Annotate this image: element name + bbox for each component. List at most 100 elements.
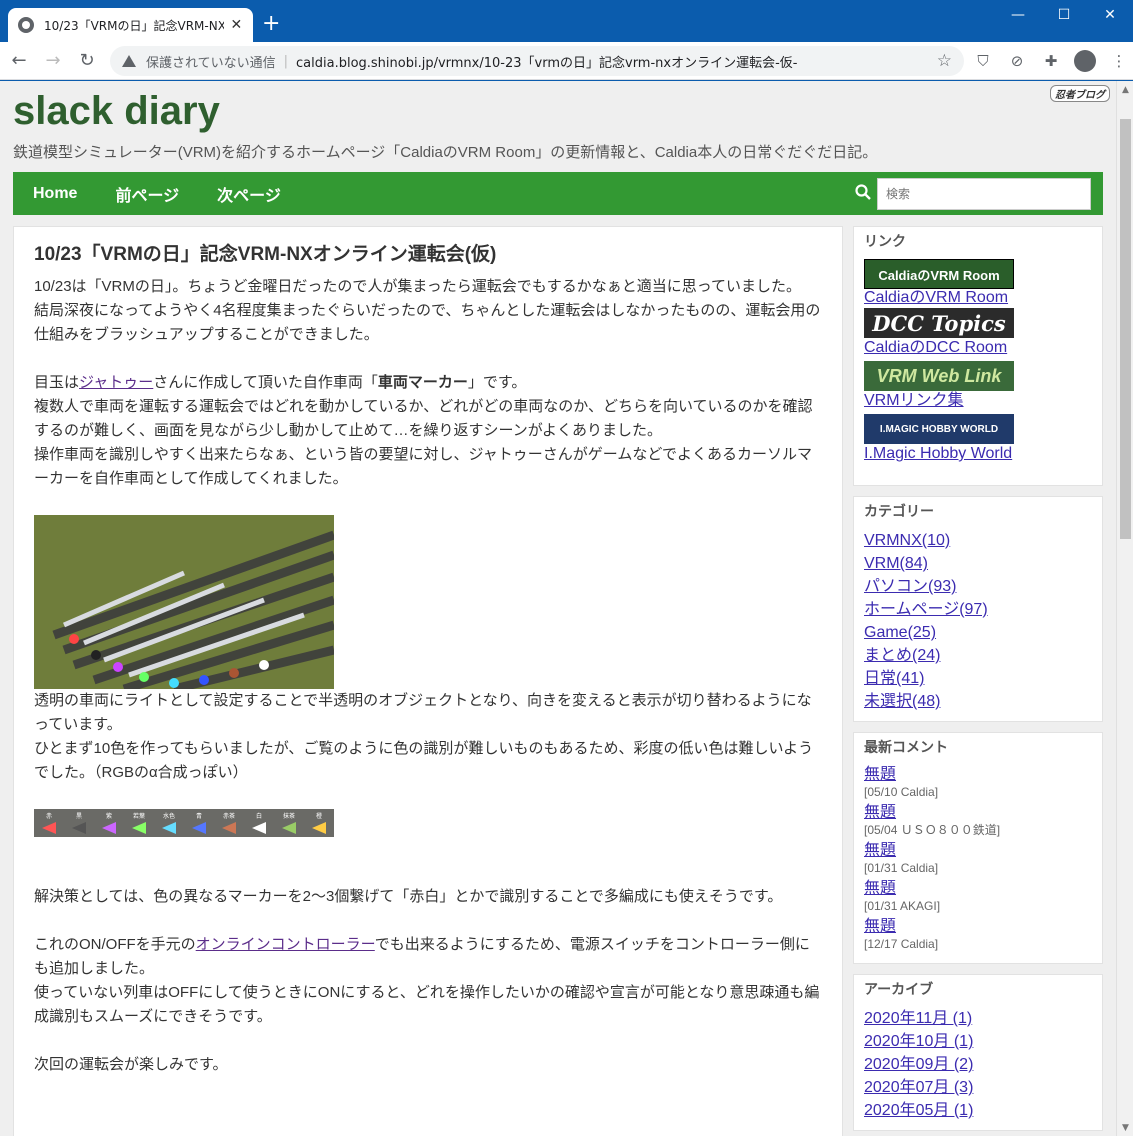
title-bar: 10/23「VRMの日」記念VRM-NXオンライン運転会-仮- ✕ + — ☐ … xyxy=(0,0,1133,42)
bookmark-star-icon[interactable]: ☆ xyxy=(937,51,952,71)
search-input[interactable] xyxy=(877,178,1091,210)
url-text[interactable]: caldia.blog.shinobi.jp/vrmnx/10-23「vrmの日… xyxy=(296,52,929,71)
post-body: 10/23は「VRMの日」。ちょうど金曜日だったので人が集まったら運転会でもする… xyxy=(34,275,824,1077)
imagic-hobby-world-link[interactable]: I.Magic Hobby World xyxy=(864,444,1092,463)
forward-button[interactable]: → xyxy=(38,46,68,76)
post-paragraph: 次回の運転会が楽しみです。 xyxy=(34,1056,228,1073)
color-marker: 青 xyxy=(192,813,206,834)
color-marker: 水色 xyxy=(162,813,176,834)
archive-link[interactable]: 2020年09月 (2) xyxy=(864,1053,1092,1076)
archive-link[interactable]: 2020年05月 (1) xyxy=(864,1099,1092,1122)
close-window-button[interactable]: ✕ xyxy=(1087,0,1133,30)
vrm-link-collection-link[interactable]: VRMリンク集 xyxy=(864,391,1092,410)
archive-widget-title: アーカイブ xyxy=(864,981,934,997)
color-marker-arrow-icon xyxy=(72,821,86,834)
site-description: 鉄道模型シミュレーター(VRM)を紹介するホームページ「CaldiaのVRM R… xyxy=(13,144,878,161)
warning-icon[interactable] xyxy=(122,55,136,67)
archive-link[interactable]: 2020年11月 (1) xyxy=(864,1007,1092,1030)
ublock-extension-icon[interactable]: ⛉ xyxy=(970,48,996,74)
maximize-button[interactable]: ☐ xyxy=(1041,0,1087,30)
post-paragraph: 10/23は「VRMの日」。ちょうど金曜日だったので人が集まったら運転会でもする… xyxy=(34,278,802,295)
new-tab-button[interactable]: + xyxy=(262,13,280,35)
color-marker: 紫 xyxy=(102,813,116,834)
color-marker-arrow-icon xyxy=(132,821,146,834)
color-marker-strip-image[interactable]: 赤 黒 紫 若葉 水色 青 赤茶 白 抹茶 橙 xyxy=(34,809,334,837)
color-marker-arrow-icon xyxy=(102,821,116,834)
comment-meta: [01/31 Caldia] xyxy=(864,861,939,875)
omnibox-separator: | xyxy=(283,53,289,69)
online-controller-link[interactable]: オンラインコントローラー xyxy=(196,936,375,953)
category-link[interactable]: VRMNX(10) xyxy=(864,529,1092,552)
minimize-button[interactable]: — xyxy=(995,0,1041,30)
dcc-room-link[interactable]: CaldiaのDCC Room xyxy=(864,338,1092,357)
color-marker: 橙 xyxy=(312,813,326,834)
site-title[interactable]: slack diary xyxy=(13,89,220,134)
nav-home-link[interactable]: Home xyxy=(33,185,77,203)
category-link[interactable]: 未選択(48) xyxy=(864,690,1092,713)
comment-meta: [01/31 AKAGI] xyxy=(864,899,941,913)
color-marker-arrow-icon xyxy=(282,821,296,834)
comment-link[interactable]: 無題 xyxy=(864,803,1092,823)
comment-link[interactable]: 無題 xyxy=(864,841,1092,861)
archive-link[interactable]: 2020年07月 (3) xyxy=(864,1076,1092,1099)
color-marker-arrow-icon xyxy=(162,821,176,834)
puzzle-extensions-icon[interactable]: ✚ xyxy=(1038,48,1064,74)
jatou-link[interactable]: ジャトゥー xyxy=(79,374,153,391)
category-link[interactable]: VRM(84) xyxy=(864,552,1092,575)
scroll-down-arrow-icon[interactable]: ▼ xyxy=(1117,1119,1133,1136)
sidebar: リンク CaldiaのVRM Room CaldiaのVRM Room DCC … xyxy=(853,226,1103,1136)
train-yard-screenshot[interactable] xyxy=(34,515,334,689)
menu-kebab-icon[interactable]: ⋮ xyxy=(1106,48,1132,74)
category-link[interactable]: 日常(41) xyxy=(864,667,1092,690)
scroll-up-arrow-icon[interactable]: ▲ xyxy=(1117,81,1133,98)
page-scrollbar[interactable]: ▲ ▼ xyxy=(1116,81,1133,1136)
address-bar[interactable]: 保護されていない通信 | caldia.blog.shinobi.jp/vrmn… xyxy=(110,46,964,76)
post-paragraph: これのON/OFFを手元のオンラインコントローラーでも出来るようにするため、電源… xyxy=(34,936,810,977)
comment-meta: [05/10 Caldia] xyxy=(864,785,939,799)
security-status[interactable]: 保護されていない通信 xyxy=(146,52,276,71)
archive-link[interactable]: 2020年10月 (1) xyxy=(864,1030,1092,1053)
category-link[interactable]: パソコン(93) xyxy=(864,575,1092,598)
scroll-thumb[interactable] xyxy=(1120,119,1131,539)
category-link[interactable]: Game(25) xyxy=(864,621,1092,644)
comment-link[interactable]: 無題 xyxy=(864,917,1092,937)
color-marker-label: 若葉 xyxy=(132,812,145,820)
categories-widget: カテゴリー VRMNX(10) VRM(84) パソコン(93) ホームページ(… xyxy=(853,496,1103,722)
color-marker: 若葉 xyxy=(132,813,146,834)
comment-link[interactable]: 無題 xyxy=(864,879,1092,899)
globe-icon xyxy=(18,17,34,33)
ninja-blog-logo[interactable]: 忍者ブログ xyxy=(1050,85,1110,102)
back-button[interactable]: ← xyxy=(4,46,34,76)
browser-tab[interactable]: 10/23「VRMの日」記念VRM-NXオンライン運転会-仮- ✕ xyxy=(8,8,253,42)
recent-comments-widget: 最新コメント 無題 [05/10 Caldia] 無題 [05/04 ＵＳＯ８０… xyxy=(853,732,1103,964)
vrm-web-link-banner[interactable]: VRM Web Link xyxy=(864,361,1014,391)
comment-meta: [12/17 Caldia] xyxy=(864,937,939,951)
reload-button[interactable]: ↻ xyxy=(72,46,102,76)
category-link[interactable]: ホームページ(97) xyxy=(864,598,1092,621)
link-entry[interactable]: VRM Web Link VRMリンク集 xyxy=(864,361,1092,410)
nav-prev-link[interactable]: 前ページ xyxy=(115,182,179,206)
comment-link[interactable]: 無題 xyxy=(864,765,1092,785)
search-icon xyxy=(855,184,871,200)
dcc-topics-banner[interactable]: DCC Topics xyxy=(864,308,1014,338)
profile-avatar-icon[interactable] xyxy=(1072,48,1098,74)
page-viewport: slack diary 鉄道模型シミュレーター(VRM)を紹介するホームページ「… xyxy=(0,81,1133,1136)
imagic-banner[interactable]: I.MAGIC HOBBY WORLD xyxy=(864,414,1014,444)
browser-window: 10/23「VRMの日」記念VRM-NXオンライン運転会-仮- ✕ + — ☐ … xyxy=(0,0,1133,1136)
color-marker-label: 赤 xyxy=(45,812,52,820)
vrm-room-banner[interactable]: CaldiaのVRM Room xyxy=(864,259,1014,289)
block-extension-icon[interactable]: ⊘ xyxy=(1004,48,1030,74)
color-marker-label: 赤茶 xyxy=(222,812,235,820)
category-link[interactable]: まとめ(24) xyxy=(864,644,1092,667)
link-entry[interactable]: I.MAGIC HOBBY WORLD I.Magic Hobby World xyxy=(864,414,1092,463)
color-marker-label: 抹茶 xyxy=(282,812,295,820)
close-tab-icon[interactable]: ✕ xyxy=(230,17,243,33)
categories-widget-title: カテゴリー xyxy=(864,503,934,519)
color-marker: 抹茶 xyxy=(282,813,296,834)
links-widget-title: リンク xyxy=(864,233,906,249)
vrm-room-link[interactable]: CaldiaのVRM Room xyxy=(864,289,1092,306)
nav-next-link[interactable]: 次ページ xyxy=(217,182,281,206)
link-entry[interactable]: DCC Topics CaldiaのDCC Room xyxy=(864,308,1092,357)
link-entry[interactable]: CaldiaのVRM Room CaldiaのVRM Room xyxy=(864,259,1092,306)
color-marker: 黒 xyxy=(72,813,86,834)
